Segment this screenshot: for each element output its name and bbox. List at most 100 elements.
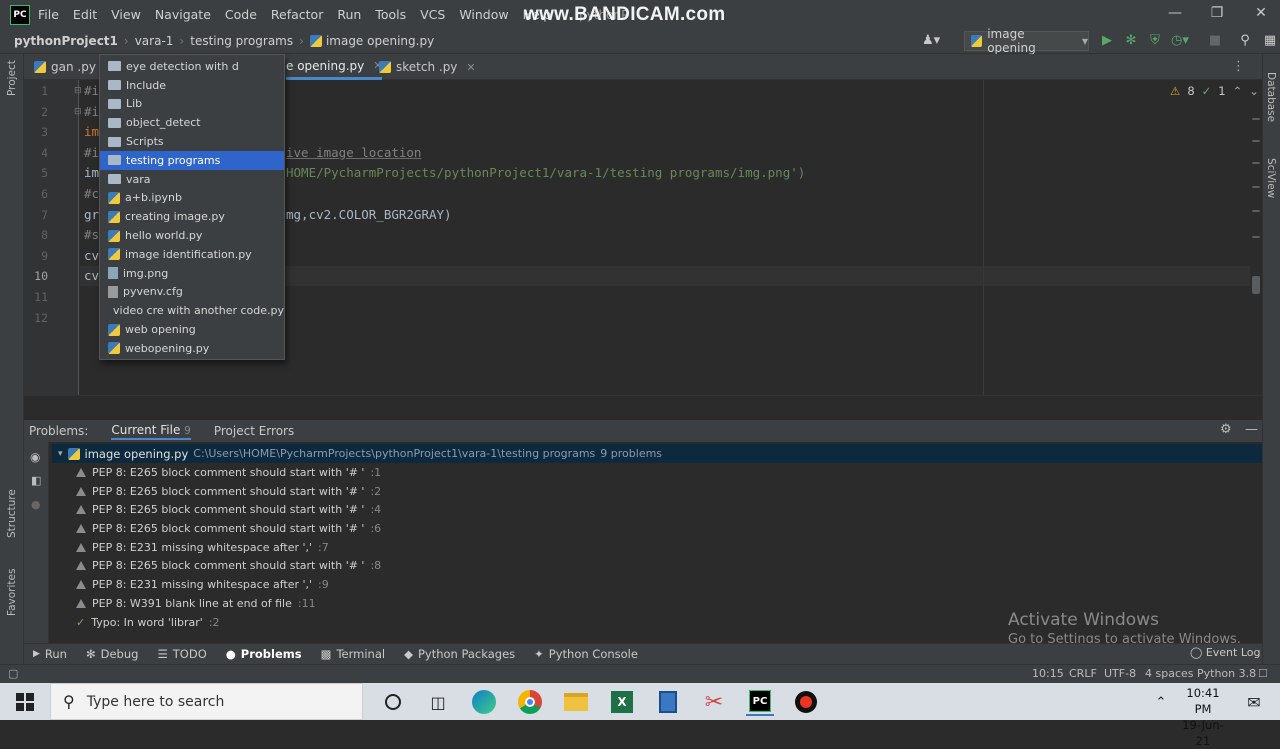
stop-icon[interactable]: ■ [1207,33,1223,49]
problem-item[interactable]: PEP 8: E265 block comment should start w… [76,556,381,574]
chevron-up-icon[interactable]: ⌃ [1147,688,1175,716]
problem-item[interactable]: PEP 8: E231 missing whitespace after ','… [76,538,329,556]
breadcrumb-project[interactable]: pythonProject1 [14,34,118,48]
fold-icon[interactable]: ⊟ [74,86,82,96]
menu-refactor[interactable]: Refactor [271,7,323,22]
run-configuration-select[interactable]: image opening ▾ [964,27,1089,55]
tool-python-packages[interactable]: ◆ Python Packages [404,647,515,661]
popup-item-object-detect[interactable]: object_detect [100,113,284,132]
tab-project-errors[interactable]: Project Errors [214,424,294,438]
breadcrumb-testing-programs[interactable]: testing programs [190,34,293,48]
chrome-icon[interactable] [516,688,544,716]
popup-item-image-identification[interactable]: image identification.py [100,245,284,264]
inspection-widget[interactable]: ⚠ 8 ✓ 1 ⌃ ⌄ [1170,84,1259,98]
popup-item-video-cre[interactable]: video cre with another code.py [100,301,284,320]
tab-current-file[interactable]: Current File 9 [111,423,191,440]
popup-item-testing-programs[interactable]: testing programs [100,150,284,170]
taskbar-clock[interactable]: 10:41 PM 19-Jun-21 [1178,685,1228,749]
profile-icon[interactable]: ◷▾ [1171,33,1189,49]
run-icon[interactable]: ▶ [1099,33,1115,49]
tool-python-console[interactable]: ✦ Python Console [534,647,638,661]
problem-item[interactable]: ✓ Typo: In word 'librar':2 [76,613,220,631]
status-indent[interactable]: 4 spaces [1145,667,1194,680]
menu-navigate[interactable]: Navigate [155,7,211,22]
problem-item[interactable]: PEP 8: E265 block comment should start w… [76,519,381,537]
breadcrumb-vara-1[interactable]: vara-1 [135,34,174,48]
debug-icon[interactable]: ✻ [1123,33,1139,49]
breadcrumb-file[interactable]: image opening.py [326,34,434,48]
menu-run[interactable]: Run [337,7,361,22]
menu-tools[interactable]: Tools [375,7,406,22]
ide-features-icon[interactable]: ▦ [1262,33,1278,49]
chevron-down-icon[interactable]: ⌄ [1249,84,1259,98]
sciview-tool-tab[interactable]: SciView [1265,158,1277,198]
tab-image-opening[interactable]: e opening.py ✕ [286,54,383,80]
close-window-button[interactable]: ✕ [1251,5,1271,23]
project-tool-tab[interactable]: Project [6,60,18,96]
cortana-icon[interactable] [379,688,407,716]
tool-terminal[interactable]: ▩ Terminal [321,647,385,661]
popup-item-hello-world[interactable]: hello world.py [100,226,284,245]
problem-item[interactable]: PEP 8: E265 block comment should start w… [76,482,381,500]
start-button[interactable] [0,683,50,720]
close-tab-icon[interactable]: ✕ [466,61,475,74]
structure-tool-tab[interactable]: Structure [6,489,18,538]
problem-item[interactable]: PEP 8: E265 block comment should start w… [76,500,381,518]
status-encoding[interactable]: UTF-8 [1104,667,1136,680]
eye-icon[interactable]: ◉ [30,450,40,464]
minimize-button[interactable]: — [1165,5,1185,23]
fold-icon[interactable]: ⊟ [74,107,82,117]
bulb-icon[interactable]: ● [31,498,41,511]
hide-panel-icon[interactable]: — [1245,422,1258,437]
popup-item-lib[interactable]: Lib [100,95,284,114]
popup-item-pyvenv-cfg[interactable]: pyvenv.cfg [100,283,284,302]
chevron-up-icon[interactable]: ⌃ [1233,84,1243,98]
edge-icon[interactable] [470,688,498,716]
search-icon[interactable]: ⚲ [1237,33,1253,49]
popup-item-eye-detection[interactable]: eye detection with d [100,57,284,76]
menu-view[interactable]: View [111,7,141,22]
tool-debug[interactable]: ✻ Debug [86,647,138,661]
menu-window[interactable]: Window [459,7,508,22]
tab-sketch[interactable]: sketch .py ✕ [379,54,476,80]
popup-item-include[interactable]: Include [100,76,284,95]
calculator-icon[interactable] [654,688,682,716]
user-icon[interactable]: ♟▾ [922,33,940,49]
file-explorer-icon[interactable] [562,688,590,716]
panel-splitter[interactable] [24,395,1262,420]
tool-run[interactable]: ▶ Run [33,647,67,661]
problem-item[interactable]: PEP 8: W391 blank line at end of file:11 [76,594,316,612]
popup-item-img-png[interactable]: img.png [100,264,284,283]
popup-item-vara[interactable]: vara [100,170,284,189]
snipping-tool-icon[interactable]: ✂ [700,688,728,716]
problems-file-row[interactable]: ▾ image opening.py C:\Users\HOME\Pycharm… [52,444,1262,463]
notification-icon[interactable]: ✉ [1240,688,1268,716]
maximize-button[interactable]: ❐ [1207,5,1227,23]
bandicam-record-icon[interactable] [792,688,820,716]
database-tool-tab[interactable]: Database [1265,72,1277,122]
excel-icon[interactable]: X [608,688,636,716]
popup-item-web-opening[interactable]: web opening [100,320,284,339]
popup-item-ab-notebook[interactable]: a+b.ipynb [100,189,284,208]
lock-icon[interactable]: ☐ [1258,667,1268,680]
tab-list-icon[interactable]: ⋮ [1232,59,1245,74]
menu-edit[interactable]: Edit [73,7,97,22]
taskbar-search-input[interactable]: ⚲ Type here to search [50,683,363,720]
task-view-icon[interactable]: ◫ [424,688,452,716]
coverage-icon[interactable]: ⛨ [1147,33,1163,49]
pycharm-taskbar-icon[interactable]: PC [746,688,774,716]
gear-icon[interactable]: ⚙ [1220,422,1232,437]
popup-item-webopening[interactable]: webopening.py [100,339,284,358]
menu-file[interactable]: File [38,7,59,22]
popup-item-scripts[interactable]: Scripts [100,132,284,151]
favorites-tool-tab[interactable]: Favorites [6,569,18,616]
chevron-down-icon[interactable]: ▾ [58,449,63,459]
popup-item-creating-image[interactable]: creating image.py [100,207,284,226]
problem-item[interactable]: PEP 8: E231 missing whitespace after ','… [76,575,329,593]
event-log-button[interactable]: ◯ Event Log [1190,646,1260,659]
problem-item[interactable]: PEP 8: E265 block comment should start w… [76,463,381,481]
menu-code[interactable]: Code [225,7,257,22]
preview-icon[interactable]: ◧ [31,474,41,487]
tab-gan[interactable]: gan .py [34,54,96,80]
tool-problems[interactable]: ● Problems [226,647,302,661]
